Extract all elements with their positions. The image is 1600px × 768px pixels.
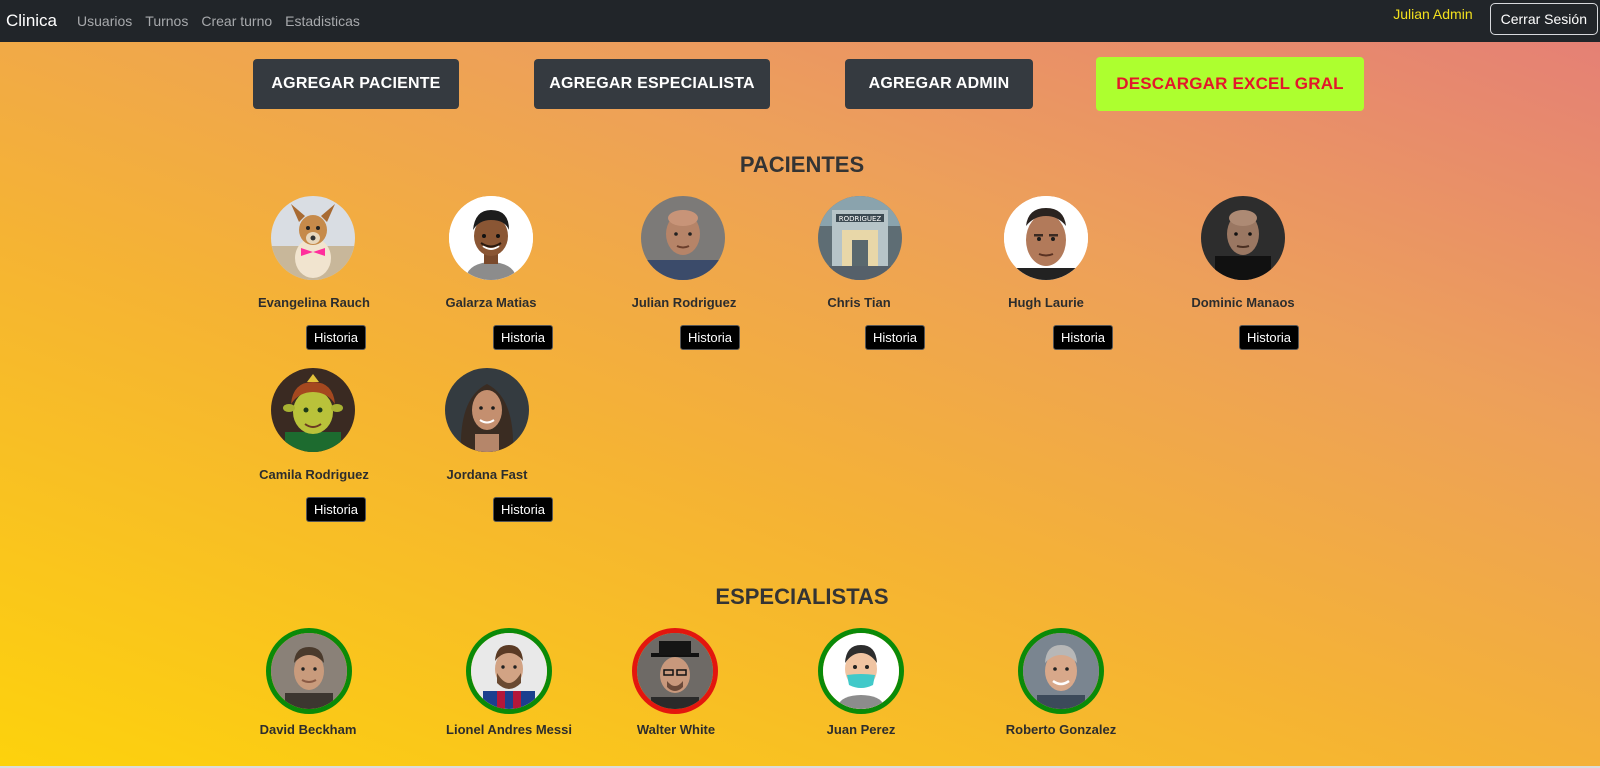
patient-name: Hugh Laurie (1008, 295, 1084, 310)
specialist-card: Lionel Andres Messi (423, 628, 593, 738)
specialist-card: Roberto Gonzalez (975, 628, 1145, 738)
specialist-avatar[interactable] (818, 628, 904, 714)
nav-right: Julian Admin Cerrar Sesión (1393, 0, 1600, 42)
patient-card: Hugh Laurie Historia (961, 196, 1131, 366)
add-admin-button[interactable]: AGREGAR ADMIN (845, 59, 1033, 109)
patients-title: PACIENTES (739, 152, 865, 177)
specialist-avatar[interactable] (632, 628, 718, 714)
patient-name: Galarza Matias (445, 295, 537, 310)
patient-card: RODRIGUEZ Chris Tian Historia (774, 196, 944, 366)
specialist-name: David Beckham (259, 722, 357, 737)
specialists-title: ESPECIALISTAS (715, 584, 889, 609)
patient-card: Camila Rodriguez Historia (229, 368, 399, 538)
history-button[interactable]: Historia (493, 497, 553, 522)
patient-name: Evangelina Rauch (258, 295, 370, 310)
patient-card: Evangelina Rauch Historia (229, 196, 399, 366)
specialist-card: Juan Perez (775, 628, 945, 738)
specialist-name: Walter White (636, 722, 716, 737)
patient-name: Chris Tian (827, 295, 891, 310)
patient-card: Dominic Manaos Historia (1158, 196, 1328, 366)
patient-avatar-bald-man-dark[interactable] (1201, 196, 1285, 280)
patient-avatar-ogre[interactable] (271, 368, 355, 452)
nav-usuarios[interactable]: Usuarios (77, 13, 132, 29)
history-button[interactable]: Historia (1239, 325, 1299, 350)
history-button[interactable]: Historia (306, 497, 366, 522)
history-button[interactable]: Historia (1053, 325, 1113, 350)
patient-name: Julian Rodriguez (631, 295, 737, 310)
patient-name: Camila Rodriguez (259, 467, 369, 482)
patient-avatar-man[interactable] (1004, 196, 1088, 280)
svg-text:RODRIGUEZ: RODRIGUEZ (839, 215, 882, 223)
patient-avatar-memoji[interactable] (449, 196, 533, 280)
add-patient-button[interactable]: AGREGAR PACIENTE (253, 59, 459, 109)
history-button[interactable]: Historia (493, 325, 553, 350)
specialist-name: Juan Perez (826, 722, 896, 737)
nav-crear-turno[interactable]: Crear turno (201, 13, 272, 29)
patient-avatar-woman[interactable] (445, 368, 529, 452)
top-navbar: Clinica Usuarios Turnos Crear turno Esta… (0, 0, 1600, 42)
nav-estadisticas[interactable]: Estadisticas (285, 13, 360, 29)
add-specialist-button[interactable]: AGREGAR ESPECIALISTA (534, 59, 770, 109)
specialist-avatar[interactable] (1018, 628, 1104, 714)
patient-name: Jordana Fast (446, 467, 528, 482)
history-button[interactable]: Historia (865, 325, 925, 350)
nav-turnos[interactable]: Turnos (145, 13, 188, 29)
brand-link[interactable]: Clinica (6, 11, 57, 31)
patient-avatar-dog[interactable] (271, 196, 355, 280)
patient-card: Julian Rodriguez Historia (599, 196, 769, 366)
patient-name: Dominic Manaos (1191, 295, 1295, 310)
specialist-name: Lionel Andres Messi (446, 722, 572, 737)
history-button[interactable]: Historia (680, 325, 740, 350)
logged-user-name: Julian Admin (1393, 6, 1473, 22)
specialist-avatar[interactable] (466, 628, 552, 714)
specialist-avatar[interactable] (266, 628, 352, 714)
patient-avatar-clinic[interactable]: RODRIGUEZ (818, 196, 902, 280)
specialist-card: David Beckham (222, 628, 392, 738)
logout-button[interactable]: Cerrar Sesión (1489, 3, 1598, 35)
patient-avatar-bald-man[interactable] (641, 196, 725, 280)
download-excel-button[interactable]: DESCARGAR EXCEL GRAL (1096, 57, 1364, 111)
specialist-name: Roberto Gonzalez (1005, 722, 1117, 737)
specialist-card: Walter White (588, 628, 758, 738)
history-button[interactable]: Historia (306, 325, 366, 350)
patient-card: Galarza Matias Historia (406, 196, 576, 366)
patient-card: Jordana Fast Historia (402, 368, 572, 538)
